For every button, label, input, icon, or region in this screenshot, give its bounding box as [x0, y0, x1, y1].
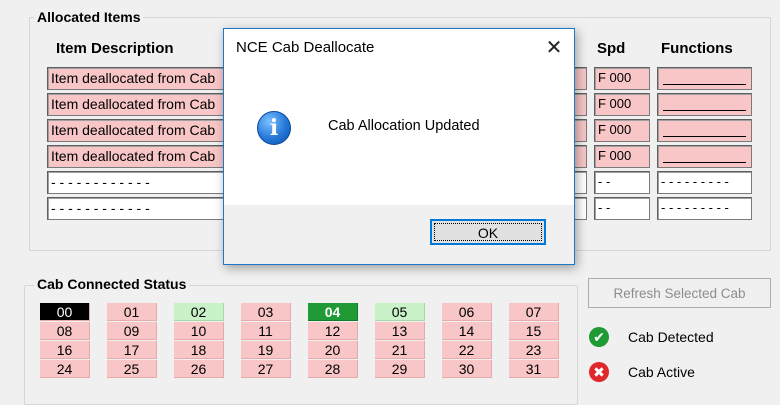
allocated-items-title: Allocated Items [34, 9, 144, 25]
cab-cell-26[interactable]: 26 [174, 360, 224, 378]
cab-cell-02[interactable]: 02 [174, 303, 224, 321]
speed-field[interactable]: F 000 [594, 67, 650, 90]
cab-cell-29[interactable]: 29 [375, 360, 425, 378]
functions-underline [663, 84, 746, 85]
functions-underline [663, 110, 746, 111]
functions-field[interactable]: - - - - - - - - - [657, 197, 752, 220]
item-description-header: Item Description [56, 40, 174, 57]
cab-cell-28[interactable]: 28 [308, 360, 358, 378]
functions-underline [663, 162, 746, 163]
cab-cell-01[interactable]: 01 [107, 303, 157, 321]
ok-button[interactable]: OK [430, 219, 546, 245]
cab-cell-30[interactable]: 30 [442, 360, 492, 378]
cab-cell-11[interactable]: 11 [241, 322, 291, 340]
speed-field[interactable]: F 000 [594, 145, 650, 168]
cab-cell-13[interactable]: 13 [375, 322, 425, 340]
cab-cell-31[interactable]: 31 [509, 360, 559, 378]
ok-button-label: OK [434, 223, 542, 241]
dialog-footer: OK [224, 205, 574, 264]
functions-value: - - - - - - - - - [661, 200, 729, 215]
speed-field[interactable]: - - [594, 171, 650, 194]
spd-header: Spd [597, 40, 626, 57]
cab-cell-17[interactable]: 17 [107, 341, 157, 359]
cab-cell-09[interactable]: 09 [107, 322, 157, 340]
functions-header: Functions [661, 40, 733, 57]
dialog-title: NCE Cab Deallocate [236, 39, 375, 56]
functions-field[interactable] [657, 67, 752, 90]
cab-cell-16[interactable]: 16 [40, 341, 90, 359]
cab-cell-20[interactable]: 20 [308, 341, 358, 359]
cab-cell-19[interactable]: 19 [241, 341, 291, 359]
cab-cell-14[interactable]: 14 [442, 322, 492, 340]
cab-cell-15[interactable]: 15 [509, 322, 559, 340]
cab-cell-24[interactable]: 24 [40, 360, 90, 378]
info-icon: i [257, 111, 291, 145]
functions-value: - - - - - - - - - [661, 174, 729, 189]
refresh-selected-cab-button[interactable]: Refresh Selected Cab [588, 278, 771, 308]
cab-cell-05[interactable]: 05 [375, 303, 425, 321]
close-icon[interactable]: ✕ [540, 35, 568, 61]
dialog-titlebar[interactable]: NCE Cab Deallocate ✕ [224, 29, 574, 67]
cab-cell-08[interactable]: 08 [40, 322, 90, 340]
functions-field[interactable] [657, 119, 752, 142]
cab-cell-21[interactable]: 21 [375, 341, 425, 359]
speed-field[interactable]: F 000 [594, 93, 650, 116]
x-circle-icon: ✖ [589, 362, 609, 382]
cab-deallocate-dialog: NCE Cab Deallocate ✕ i Cab Allocation Up… [223, 28, 575, 265]
cab-status-title: Cab Connected Status [34, 276, 190, 292]
cab-cell-25[interactable]: 25 [107, 360, 157, 378]
cab-cell-23[interactable]: 23 [509, 341, 559, 359]
cab-cell-18[interactable]: 18 [174, 341, 224, 359]
check-circle-icon: ✔ [589, 327, 609, 347]
cab-active-label: Cab Active [628, 364, 695, 380]
cab-cell-22[interactable]: 22 [442, 341, 492, 359]
cab-cell-27[interactable]: 27 [241, 360, 291, 378]
functions-underline [663, 136, 746, 137]
dialog-message: Cab Allocation Updated [328, 118, 480, 134]
cab-cell-06[interactable]: 06 [442, 303, 492, 321]
cab-cell-07[interactable]: 07 [509, 303, 559, 321]
cab-detected-label: Cab Detected [628, 329, 714, 345]
cab-cell-00[interactable]: 00 [40, 303, 90, 321]
functions-field[interactable]: - - - - - - - - - [657, 171, 752, 194]
cab-cell-04[interactable]: 04 [308, 303, 358, 321]
dialog-body: i Cab Allocation Updated [224, 67, 574, 205]
functions-field[interactable] [657, 93, 752, 116]
speed-field[interactable]: F 000 [594, 119, 650, 142]
cab-cell-12[interactable]: 12 [308, 322, 358, 340]
functions-field[interactable] [657, 145, 752, 168]
cab-cell-10[interactable]: 10 [174, 322, 224, 340]
cab-cell-03[interactable]: 03 [241, 303, 291, 321]
speed-field[interactable]: - - [594, 197, 650, 220]
